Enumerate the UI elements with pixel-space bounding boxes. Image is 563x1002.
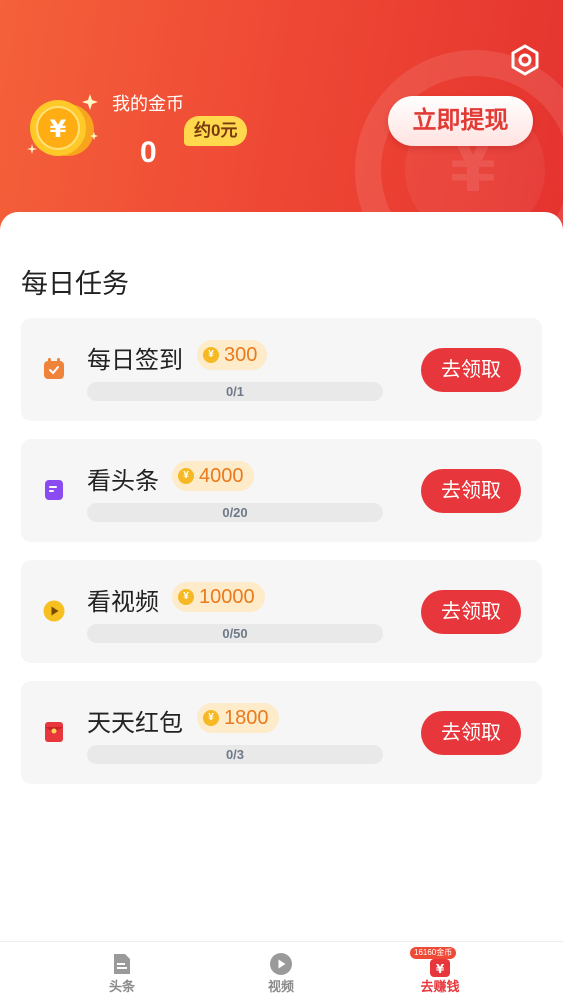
task-progress: 0/1 bbox=[87, 382, 383, 401]
settings-icon[interactable] bbox=[509, 44, 541, 76]
claim-button[interactable]: 去领取 bbox=[421, 711, 521, 755]
task-name: 每日签到 bbox=[87, 347, 183, 374]
tab-label: 去赚钱 bbox=[420, 979, 460, 994]
play-icon bbox=[43, 600, 65, 622]
tab-news[interactable]: 头条 bbox=[82, 942, 162, 1002]
coin-count-badge: 16160金币 bbox=[410, 947, 457, 959]
reward-amount: 1800 bbox=[224, 707, 269, 729]
task-progress: 0/50 bbox=[87, 624, 383, 643]
coin-icon: ¥ bbox=[203, 347, 219, 363]
coin-stack-icon: ¥ bbox=[22, 92, 102, 164]
task-progress: 0/20 bbox=[87, 503, 383, 522]
svg-text:¥: ¥ bbox=[50, 115, 67, 143]
task-name: 天天红包 bbox=[87, 710, 183, 737]
header-banner: ¥ ¥ 我的金币 0 约0元 立即提现 bbox=[0, 0, 563, 240]
tab-label: 头条 bbox=[108, 979, 135, 994]
task-name: 看视频 bbox=[87, 589, 159, 616]
claim-button[interactable]: 去领取 bbox=[421, 590, 521, 634]
tab-earn[interactable]: 16160金币 ¥ 去赚钱 bbox=[400, 942, 480, 1002]
play-icon bbox=[269, 952, 293, 976]
coin-icon: ¥ bbox=[178, 589, 194, 605]
task-card-news: 看头条 ¥ 4000 0/20 去领取 bbox=[21, 439, 542, 542]
section-title: 每日任务 bbox=[21, 269, 129, 299]
task-progress: 0/3 bbox=[87, 745, 383, 764]
withdraw-button[interactable]: 立即提现 bbox=[388, 96, 533, 146]
task-panel: 每日任务 每日签到 ¥ 300 0/1 去领取 看头条 ¥ 4000 0/20 … bbox=[0, 212, 563, 941]
coin-icon: ¥ bbox=[203, 710, 219, 726]
reward-badge: ¥ 10000 bbox=[172, 582, 265, 612]
coin-balance-label: 我的金币 bbox=[112, 94, 184, 114]
calendar-icon bbox=[43, 358, 65, 380]
reward-amount: 300 bbox=[224, 344, 258, 366]
reward-badge: ¥ 1800 bbox=[197, 703, 279, 733]
coin-balance-value: 0 bbox=[140, 136, 157, 169]
svg-text:¥: ¥ bbox=[436, 962, 445, 976]
coin-icon: ¥ bbox=[178, 468, 194, 484]
task-card-red-envelope: 天天红包 ¥ 1800 0/3 去领取 bbox=[21, 681, 542, 784]
tab-video[interactable]: 视频 bbox=[241, 942, 321, 1002]
reward-badge: ¥ 4000 bbox=[172, 461, 254, 491]
article-icon bbox=[110, 952, 134, 976]
task-card-video: 看视频 ¥ 10000 0/50 去领取 bbox=[21, 560, 542, 663]
reward-badge: ¥ 300 bbox=[197, 340, 268, 370]
reward-amount: 10000 bbox=[199, 586, 255, 608]
article-icon bbox=[43, 479, 65, 501]
yen-icon: ¥ bbox=[428, 959, 452, 977]
red-envelope-icon bbox=[43, 721, 65, 743]
cash-equivalent-badge: 约0元 bbox=[184, 116, 248, 146]
tab-label: 视频 bbox=[267, 979, 294, 994]
bottom-tab-bar: 头条 视频 16160金币 ¥ 去赚钱 bbox=[0, 941, 563, 1002]
claim-button[interactable]: 去领取 bbox=[421, 469, 521, 513]
reward-amount: 4000 bbox=[199, 465, 244, 487]
task-card-checkin: 每日签到 ¥ 300 0/1 去领取 bbox=[21, 318, 542, 421]
claim-button[interactable]: 去领取 bbox=[421, 348, 521, 392]
task-name: 看头条 bbox=[87, 468, 159, 495]
